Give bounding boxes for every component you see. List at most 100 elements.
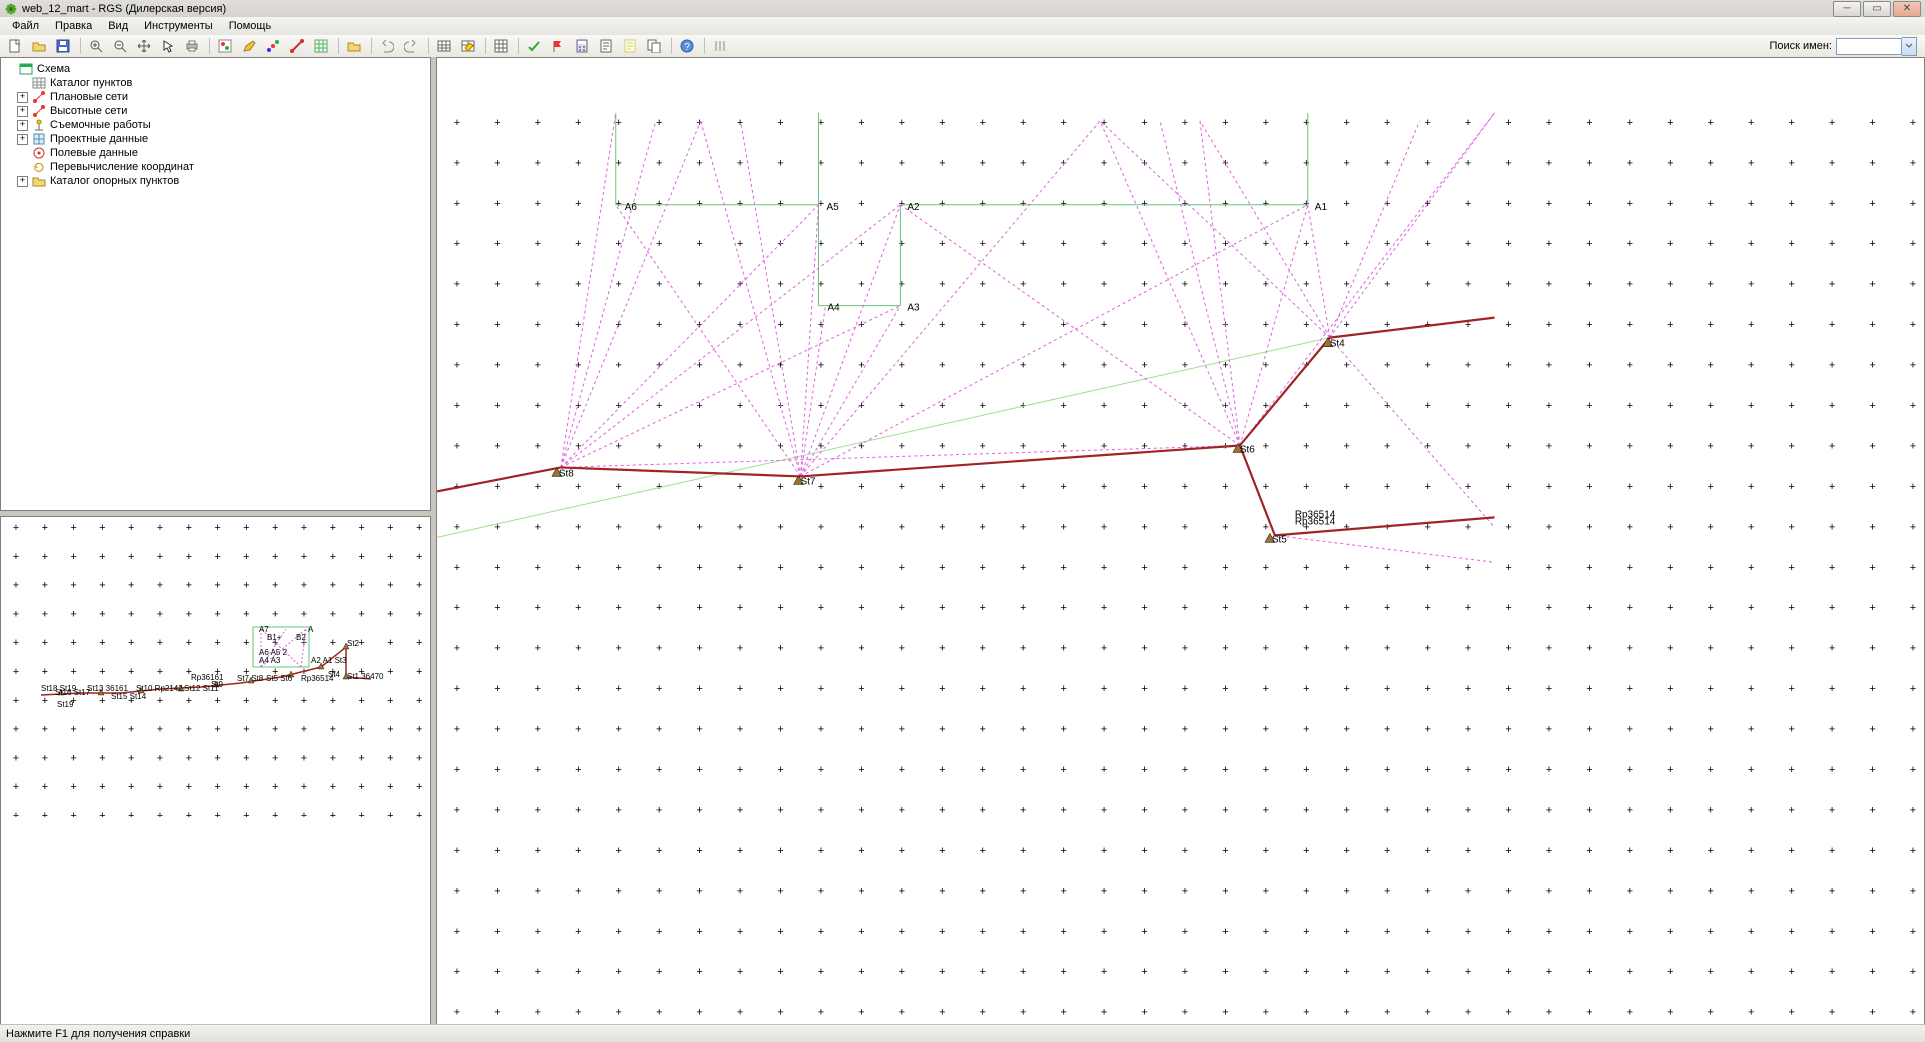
print-icon[interactable] [181, 36, 203, 56]
minimize-button[interactable]: ─ [1833, 1, 1861, 17]
node-label: St15 St14 [111, 692, 147, 701]
tree-item[interactable]: Полевые данные [17, 146, 430, 160]
search-input[interactable] [1836, 38, 1902, 55]
grid-cross: + [1344, 440, 1350, 452]
pointer-icon[interactable] [157, 36, 179, 56]
grid-cross: + [1627, 724, 1633, 736]
expand-icon[interactable]: + [17, 92, 28, 103]
expand-icon[interactable]: + [17, 134, 28, 145]
grid-cross: + [1910, 400, 1916, 412]
layer-toggle-icon[interactable] [214, 36, 236, 56]
grid-cross: + [301, 752, 307, 764]
grid-cross: + [186, 551, 192, 563]
report-icon[interactable] [595, 36, 617, 56]
grid-cross: + [818, 845, 824, 857]
grid-cross: + [1384, 157, 1390, 169]
layer-point-icon[interactable] [262, 36, 284, 56]
grid-cross: + [128, 580, 134, 592]
tree-item[interactable]: +Съемочные работы [17, 118, 430, 132]
save-icon[interactable] [52, 36, 74, 56]
flags-icon[interactable] [547, 36, 569, 56]
grid-cross: + [1869, 198, 1875, 210]
menu-edit[interactable]: Правка [47, 18, 100, 34]
grid-cross: + [696, 926, 702, 938]
project-tree[interactable]: СхемаКаталог пунктов+Плановые сети+Высот… [1, 58, 430, 188]
grid-cross: + [616, 279, 622, 291]
grid-cross: + [1465, 562, 1471, 574]
grid-cross: + [1708, 764, 1714, 776]
grid-icon[interactable] [490, 36, 512, 56]
check-icon[interactable] [523, 36, 545, 56]
notes-icon[interactable] [619, 36, 641, 56]
tree-item[interactable]: Каталог пунктов [17, 76, 430, 90]
grid-cross: + [157, 637, 163, 649]
expand-icon[interactable]: + [17, 120, 28, 131]
expand-icon[interactable]: + [17, 106, 28, 117]
main-canvas-panel[interactable]: ++++++++++++++++++++++++++++++++++++++++… [436, 57, 1925, 1025]
maximize-button[interactable]: ▭ [1863, 1, 1891, 17]
grid-cross: + [1182, 1007, 1188, 1019]
menu-help[interactable]: Помощь [221, 18, 280, 34]
main-canvas[interactable]: ++++++++++++++++++++++++++++++++++++++++… [437, 58, 1924, 1025]
grid-cross: + [1465, 279, 1471, 291]
pan-icon[interactable] [133, 36, 155, 56]
grid-cross: + [494, 764, 500, 776]
grid-cross: + [1586, 117, 1592, 129]
toolbar-separator [338, 38, 339, 54]
copy-icon[interactable] [643, 36, 665, 56]
tree-item[interactable]: +Проектные данные [17, 132, 430, 146]
menu-file[interactable]: Файл [4, 18, 47, 34]
zoom-out-icon[interactable] [109, 36, 131, 56]
grid-cross: + [358, 810, 364, 817]
help-icon[interactable]: ? [676, 36, 698, 56]
overview-canvas-panel[interactable]: ++++++++++++++++++++++++++++++++++++++++… [0, 516, 431, 1025]
grid-cross: + [616, 643, 622, 655]
titlebar: web_12_mart - RGS (Дилерская версия) ─ ▭… [0, 0, 1925, 17]
tree-item[interactable]: Схема [19, 62, 430, 76]
edge [561, 306, 901, 468]
expand-icon[interactable]: + [17, 176, 28, 187]
redo-icon[interactable] [400, 36, 422, 56]
overview-canvas[interactable]: ++++++++++++++++++++++++++++++++++++++++… [1, 517, 430, 817]
tree-item[interactable]: +Каталог опорных пунктов [17, 174, 430, 188]
new-file-icon[interactable] [4, 36, 26, 56]
grid-cross: + [737, 521, 743, 533]
grid-cross: + [1910, 643, 1916, 655]
calc-icon[interactable] [571, 36, 593, 56]
grid-cross: + [1829, 643, 1835, 655]
grid-cross: + [1384, 360, 1390, 372]
tree-item[interactable]: +Плановые сети [17, 90, 430, 104]
edge [741, 121, 801, 477]
table-icon[interactable] [433, 36, 455, 56]
node-label: St4 [1330, 339, 1345, 350]
menu-view[interactable]: Вид [100, 18, 136, 34]
grid-cross: + [494, 238, 500, 250]
zoom-in-icon[interactable] [85, 36, 107, 56]
table-edit-icon[interactable] [457, 36, 479, 56]
grid-cross: + [214, 810, 220, 817]
grid-cross: + [1303, 319, 1309, 331]
close-button[interactable]: ✕ [1893, 1, 1921, 17]
grid-cross: + [1101, 562, 1107, 574]
grid-cross: + [454, 885, 460, 897]
menu-tools[interactable]: Инструменты [136, 18, 221, 34]
grid-cross: + [656, 238, 662, 250]
open-file-icon[interactable] [28, 36, 50, 56]
grid-cross: + [1303, 885, 1309, 897]
grid-cross: + [535, 117, 541, 129]
grid-cross: + [818, 885, 824, 897]
search-dropdown-button[interactable] [1902, 37, 1917, 56]
tree-item[interactable]: Перевычисление координат [17, 160, 430, 174]
handles-icon[interactable] [709, 36, 731, 56]
tree-item[interactable]: +Высотные сети [17, 104, 430, 118]
layer-raster-icon[interactable] [310, 36, 332, 56]
grid-cross: + [1344, 602, 1350, 614]
node-label: St18 St19 [41, 684, 77, 693]
undo-icon[interactable] [376, 36, 398, 56]
layer-edit-icon[interactable] [238, 36, 260, 56]
layer-line-icon[interactable] [286, 36, 308, 56]
grid-cross: + [1222, 764, 1228, 776]
folder-icon[interactable] [343, 36, 365, 56]
grid-cross: + [454, 602, 460, 614]
grid-cross: + [1546, 602, 1552, 614]
